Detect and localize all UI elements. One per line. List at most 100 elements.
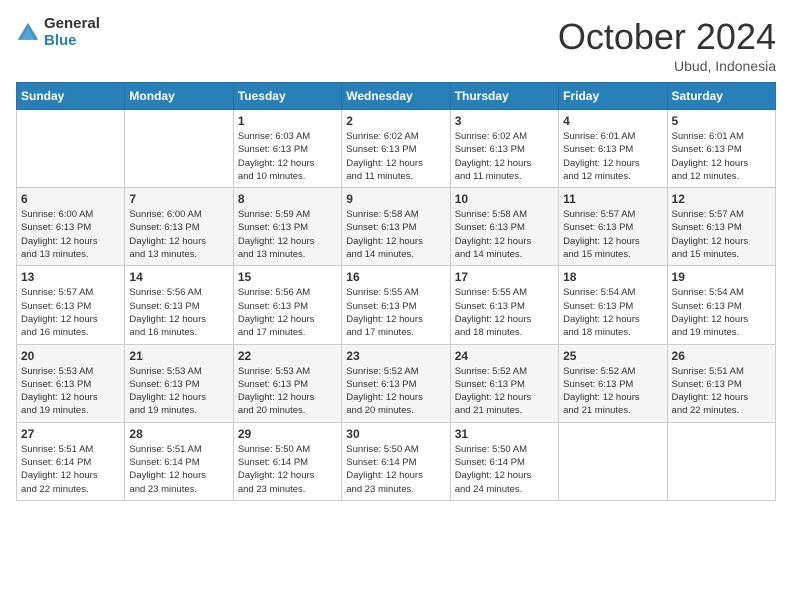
day-number: 20 xyxy=(21,349,120,363)
calendar-cell xyxy=(125,110,233,188)
day-number: 17 xyxy=(455,270,554,284)
calendar-cell: 17 Sunrise: 5:55 AM Sunset: 6:13 PM Dayli… xyxy=(450,266,558,344)
day-number: 5 xyxy=(672,114,771,128)
day-info: Sunrise: 5:52 AM Sunset: 6:13 PM Dayligh… xyxy=(346,365,445,418)
day-info: Sunrise: 5:51 AM Sunset: 6:13 PM Dayligh… xyxy=(672,365,771,418)
day-info: Sunrise: 5:59 AM Sunset: 6:13 PM Dayligh… xyxy=(238,208,337,261)
day-info: Sunrise: 6:03 AM Sunset: 6:13 PM Dayligh… xyxy=(238,130,337,183)
day-info: Sunrise: 6:00 AM Sunset: 6:13 PM Dayligh… xyxy=(21,208,120,261)
day-number: 7 xyxy=(129,192,228,206)
calendar-cell: 14 Sunrise: 5:56 AM Sunset: 6:13 PM Dayli… xyxy=(125,266,233,344)
calendar-cell: 2 Sunrise: 6:02 AM Sunset: 6:13 PM Daylig… xyxy=(342,110,450,188)
calendar-cell: 30 Sunrise: 5:50 AM Sunset: 6:14 PM Dayli… xyxy=(342,422,450,500)
calendar-cell: 21Sunrise: 5:53 AM Sunset: 6:13 PM Dayli… xyxy=(125,344,233,422)
day-info: Sunrise: 5:58 AM Sunset: 6:13 PM Dayligh… xyxy=(455,208,554,261)
page-header: General Blue October 2024 Ubud, Indonesi… xyxy=(16,16,776,74)
calendar-cell: 16 Sunrise: 5:55 AM Sunset: 6:13 PM Dayli… xyxy=(342,266,450,344)
day-number: 11 xyxy=(563,192,662,206)
calendar-cell: 12Sunrise: 5:57 AM Sunset: 6:13 PM Dayli… xyxy=(667,188,775,266)
calendar-header-row: SundayMondayTuesdayWednesdayThursdayFrid… xyxy=(17,83,776,110)
day-info: Sunrise: 5:53 AM Sunset: 6:13 PM Dayligh… xyxy=(129,365,228,418)
calendar-cell: 19Sunrise: 5:54 AM Sunset: 6:13 PM Dayli… xyxy=(667,266,775,344)
logo-blue: Blue xyxy=(44,33,100,50)
calendar-cell xyxy=(667,422,775,500)
day-number: 13 xyxy=(21,270,120,284)
location-title: Ubud, Indonesia xyxy=(558,58,776,74)
calendar-cell: 15 Sunrise: 5:56 AM Sunset: 6:13 PM Dayli… xyxy=(233,266,341,344)
calendar-cell: 20 Sunrise: 5:53 AM Sunset: 6:13 PM Dayli… xyxy=(17,344,125,422)
day-info: Sunrise: 5:53 AM Sunset: 6:13 PM Dayligh… xyxy=(21,365,120,418)
logo-text: General Blue xyxy=(44,16,100,49)
day-number: 15 xyxy=(238,270,337,284)
calendar-cell: 5 Sunrise: 6:01 AM Sunset: 6:13 PM Daylig… xyxy=(667,110,775,188)
calendar-cell: 31 Sunrise: 5:50 AM Sunset: 6:14 PM Dayli… xyxy=(450,422,558,500)
logo: General Blue xyxy=(16,16,100,49)
day-number: 28 xyxy=(129,427,228,441)
day-info: Sunrise: 5:50 AM Sunset: 6:14 PM Dayligh… xyxy=(455,443,554,496)
day-info: Sunrise: 5:51 AM Sunset: 6:14 PM Dayligh… xyxy=(129,443,228,496)
day-number: 31 xyxy=(455,427,554,441)
calendar-cell: 27 Sunrise: 5:51 AM Sunset: 6:14 PM Dayli… xyxy=(17,422,125,500)
day-info: Sunrise: 5:57 AM Sunset: 6:13 PM Dayligh… xyxy=(563,208,662,261)
day-number: 14 xyxy=(129,270,228,284)
calendar-cell: 25Sunrise: 5:52 AM Sunset: 6:13 PM Dayli… xyxy=(559,344,667,422)
calendar-cell: 18Sunrise: 5:54 AM Sunset: 6:13 PM Dayli… xyxy=(559,266,667,344)
logo-icon xyxy=(16,21,40,45)
day-number: 22 xyxy=(238,349,337,363)
calendar-cell: 4Sunrise: 6:01 AM Sunset: 6:13 PM Daylig… xyxy=(559,110,667,188)
calendar-cell: 8 Sunrise: 5:59 AM Sunset: 6:13 PM Daylig… xyxy=(233,188,341,266)
day-number: 12 xyxy=(672,192,771,206)
calendar-week-row: 27 Sunrise: 5:51 AM Sunset: 6:14 PM Dayli… xyxy=(17,422,776,500)
day-number: 9 xyxy=(346,192,445,206)
title-block: October 2024 Ubud, Indonesia xyxy=(558,16,776,74)
calendar-cell: 29Sunrise: 5:50 AM Sunset: 6:14 PM Dayli… xyxy=(233,422,341,500)
day-info: Sunrise: 5:53 AM Sunset: 6:13 PM Dayligh… xyxy=(238,365,337,418)
day-info: Sunrise: 5:52 AM Sunset: 6:13 PM Dayligh… xyxy=(455,365,554,418)
calendar-week-row: 1Sunrise: 6:03 AM Sunset: 6:13 PM Daylig… xyxy=(17,110,776,188)
calendar-cell: 9 Sunrise: 5:58 AM Sunset: 6:13 PM Daylig… xyxy=(342,188,450,266)
day-number: 26 xyxy=(672,349,771,363)
calendar-week-row: 13Sunrise: 5:57 AM Sunset: 6:13 PM Dayli… xyxy=(17,266,776,344)
calendar-header-wednesday: Wednesday xyxy=(342,83,450,110)
calendar-cell: 1Sunrise: 6:03 AM Sunset: 6:13 PM Daylig… xyxy=(233,110,341,188)
day-number: 3 xyxy=(455,114,554,128)
day-info: Sunrise: 5:56 AM Sunset: 6:13 PM Dayligh… xyxy=(238,286,337,339)
calendar-header-saturday: Saturday xyxy=(667,83,775,110)
calendar-week-row: 6 Sunrise: 6:00 AM Sunset: 6:13 PM Daylig… xyxy=(17,188,776,266)
day-number: 19 xyxy=(672,270,771,284)
day-info: Sunrise: 5:54 AM Sunset: 6:13 PM Dayligh… xyxy=(563,286,662,339)
day-info: Sunrise: 5:52 AM Sunset: 6:13 PM Dayligh… xyxy=(563,365,662,418)
calendar-cell: 13Sunrise: 5:57 AM Sunset: 6:13 PM Dayli… xyxy=(17,266,125,344)
calendar-header-friday: Friday xyxy=(559,83,667,110)
calendar-header-monday: Monday xyxy=(125,83,233,110)
calendar-header-tuesday: Tuesday xyxy=(233,83,341,110)
day-number: 10 xyxy=(455,192,554,206)
logo-general: General xyxy=(44,16,100,33)
day-number: 27 xyxy=(21,427,120,441)
day-number: 8 xyxy=(238,192,337,206)
day-info: Sunrise: 5:55 AM Sunset: 6:13 PM Dayligh… xyxy=(455,286,554,339)
day-info: Sunrise: 5:58 AM Sunset: 6:13 PM Dayligh… xyxy=(346,208,445,261)
calendar-table: SundayMondayTuesdayWednesdayThursdayFrid… xyxy=(16,82,776,501)
day-number: 2 xyxy=(346,114,445,128)
day-number: 30 xyxy=(346,427,445,441)
calendar-week-row: 20 Sunrise: 5:53 AM Sunset: 6:13 PM Dayli… xyxy=(17,344,776,422)
calendar-cell: 26 Sunrise: 5:51 AM Sunset: 6:13 PM Dayli… xyxy=(667,344,775,422)
calendar-cell: 11 Sunrise: 5:57 AM Sunset: 6:13 PM Dayli… xyxy=(559,188,667,266)
day-info: Sunrise: 6:02 AM Sunset: 6:13 PM Dayligh… xyxy=(346,130,445,183)
day-info: Sunrise: 5:55 AM Sunset: 6:13 PM Dayligh… xyxy=(346,286,445,339)
day-info: Sunrise: 5:56 AM Sunset: 6:13 PM Dayligh… xyxy=(129,286,228,339)
calendar-cell: 7 Sunrise: 6:00 AM Sunset: 6:13 PM Daylig… xyxy=(125,188,233,266)
day-number: 24 xyxy=(455,349,554,363)
day-info: Sunrise: 5:50 AM Sunset: 6:14 PM Dayligh… xyxy=(346,443,445,496)
day-info: Sunrise: 6:01 AM Sunset: 6:13 PM Dayligh… xyxy=(672,130,771,183)
calendar-cell: 22 Sunrise: 5:53 AM Sunset: 6:13 PM Dayli… xyxy=(233,344,341,422)
day-info: Sunrise: 5:51 AM Sunset: 6:14 PM Dayligh… xyxy=(21,443,120,496)
day-number: 6 xyxy=(21,192,120,206)
calendar-cell: 3 Sunrise: 6:02 AM Sunset: 6:13 PM Daylig… xyxy=(450,110,558,188)
day-info: Sunrise: 6:02 AM Sunset: 6:13 PM Dayligh… xyxy=(455,130,554,183)
day-number: 4 xyxy=(563,114,662,128)
calendar-header-thursday: Thursday xyxy=(450,83,558,110)
day-number: 16 xyxy=(346,270,445,284)
day-info: Sunrise: 6:00 AM Sunset: 6:13 PM Dayligh… xyxy=(129,208,228,261)
